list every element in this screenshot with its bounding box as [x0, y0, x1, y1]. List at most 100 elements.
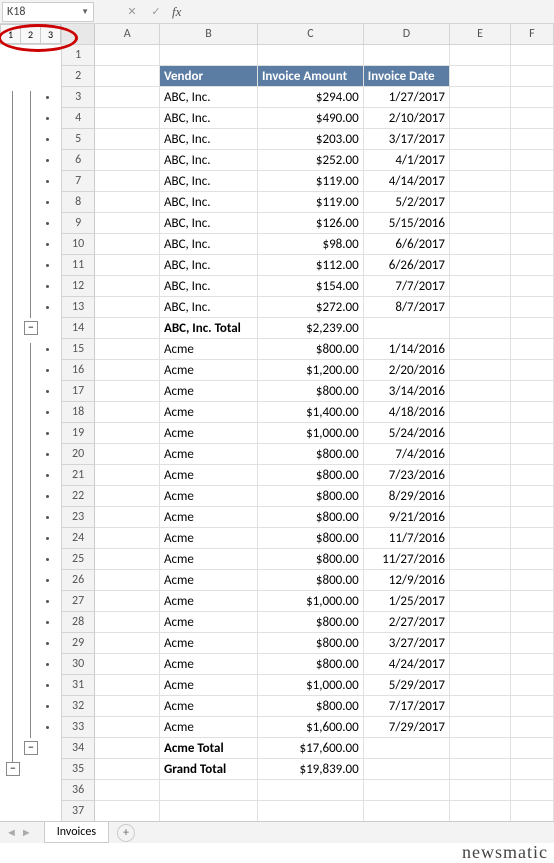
cell-B[interactable]: Acme: [160, 360, 258, 381]
cell-C[interactable]: $1,600.00: [258, 717, 364, 738]
row-header[interactable]: 16: [62, 360, 95, 381]
cell-D[interactable]: [364, 45, 450, 66]
cell-B[interactable]: Acme Total: [160, 738, 258, 759]
cell-D[interactable]: 7/17/2017: [364, 696, 450, 717]
cell-C[interactable]: $800.00: [258, 633, 364, 654]
cell-A[interactable]: [95, 801, 160, 822]
cell-B[interactable]: Acme: [160, 465, 258, 486]
cell-B[interactable]: Acme: [160, 549, 258, 570]
outline-collapse-button[interactable]: −: [6, 762, 20, 776]
cell-E[interactable]: [450, 633, 511, 654]
cell-D[interactable]: 5/29/2017: [364, 675, 450, 696]
cell-C[interactable]: $154.00: [258, 276, 364, 297]
row-header[interactable]: 1: [62, 45, 95, 66]
formula-input[interactable]: [181, 2, 554, 22]
cell-E[interactable]: [450, 738, 511, 759]
cell-E[interactable]: [450, 87, 511, 108]
cell-E[interactable]: [450, 234, 511, 255]
cell-A[interactable]: [95, 255, 160, 276]
row-header[interactable]: 36: [62, 780, 95, 801]
cell-C[interactable]: $1,000.00: [258, 423, 364, 444]
cell-D[interactable]: [364, 738, 450, 759]
cell-D[interactable]: 12/9/2016: [364, 570, 450, 591]
cell-B[interactable]: [160, 780, 258, 801]
cell-B[interactable]: Acme: [160, 633, 258, 654]
cell-C[interactable]: $800.00: [258, 696, 364, 717]
col-header-E[interactable]: E: [450, 24, 511, 44]
cell-D[interactable]: 7/29/2017: [364, 717, 450, 738]
cell-D[interactable]: 4/14/2017: [364, 171, 450, 192]
cell-C[interactable]: $800.00: [258, 339, 364, 360]
cell-C[interactable]: $1,200.00: [258, 360, 364, 381]
cell-F[interactable]: [511, 444, 554, 465]
cell-F[interactable]: [511, 87, 554, 108]
cell-A[interactable]: [95, 633, 160, 654]
cell-E[interactable]: [450, 276, 511, 297]
col-header-D[interactable]: D: [364, 24, 450, 44]
cell-B[interactable]: ABC, Inc.: [160, 297, 258, 318]
cell-A[interactable]: [95, 465, 160, 486]
cell-F[interactable]: [511, 486, 554, 507]
row-header[interactable]: 19: [62, 423, 95, 444]
cell-C[interactable]: $98.00: [258, 234, 364, 255]
row-header[interactable]: 3: [62, 87, 95, 108]
cell-E[interactable]: [450, 360, 511, 381]
row-header[interactable]: 10: [62, 234, 95, 255]
row-header[interactable]: 14: [62, 318, 95, 339]
cell-A[interactable]: [95, 423, 160, 444]
row-header[interactable]: 25: [62, 549, 95, 570]
cell-D[interactable]: 3/27/2017: [364, 633, 450, 654]
cell-A[interactable]: [95, 276, 160, 297]
cell-E[interactable]: [450, 108, 511, 129]
cell-E[interactable]: [450, 45, 511, 66]
cell-B[interactable]: Acme: [160, 696, 258, 717]
cell-E[interactable]: [450, 402, 511, 423]
select-all-corner[interactable]: [62, 24, 95, 44]
cell-B[interactable]: Acme: [160, 612, 258, 633]
row-header[interactable]: 20: [62, 444, 95, 465]
cell-E[interactable]: [450, 759, 511, 780]
cell-A[interactable]: [95, 129, 160, 150]
cell-F[interactable]: [511, 360, 554, 381]
cell-E[interactable]: [450, 192, 511, 213]
fx-icon[interactable]: fx: [172, 4, 181, 20]
cell-A[interactable]: [95, 318, 160, 339]
cell-D[interactable]: 9/21/2016: [364, 507, 450, 528]
cell-D[interactable]: 6/6/2017: [364, 234, 450, 255]
cell-D[interactable]: 3/17/2017: [364, 129, 450, 150]
cell-D[interactable]: 3/14/2016: [364, 381, 450, 402]
row-header[interactable]: 21: [62, 465, 95, 486]
outline-level-3[interactable]: 3: [41, 24, 61, 44]
cell-B[interactable]: ABC, Inc.: [160, 108, 258, 129]
cell-F[interactable]: [511, 339, 554, 360]
cell-C[interactable]: Invoice Amount: [258, 66, 364, 87]
cell-F[interactable]: [511, 738, 554, 759]
cell-D[interactable]: 11/27/2016: [364, 549, 450, 570]
cell-A[interactable]: [95, 381, 160, 402]
cell-F[interactable]: [511, 402, 554, 423]
cell-D[interactable]: 8/29/2016: [364, 486, 450, 507]
row-header[interactable]: 23: [62, 507, 95, 528]
cell-F[interactable]: [511, 276, 554, 297]
cell-F[interactable]: [511, 150, 554, 171]
cell-B[interactable]: ABC, Inc.: [160, 171, 258, 192]
tab-prev-icon[interactable]: ◄: [6, 826, 17, 839]
cell-C[interactable]: $800.00: [258, 612, 364, 633]
cell-D[interactable]: 7/7/2017: [364, 276, 450, 297]
col-header-C[interactable]: C: [258, 24, 364, 44]
cell-F[interactable]: [511, 780, 554, 801]
row-header[interactable]: 32: [62, 696, 95, 717]
cell-D[interactable]: [364, 780, 450, 801]
row-header[interactable]: 17: [62, 381, 95, 402]
cell-A[interactable]: [95, 234, 160, 255]
cell-C[interactable]: $800.00: [258, 528, 364, 549]
cell-B[interactable]: Acme: [160, 339, 258, 360]
cell-E[interactable]: [450, 150, 511, 171]
cell-D[interactable]: [364, 318, 450, 339]
cell-F[interactable]: [511, 570, 554, 591]
row-header[interactable]: 22: [62, 486, 95, 507]
cell-F[interactable]: [511, 297, 554, 318]
cell-F[interactable]: [511, 45, 554, 66]
cell-E[interactable]: [450, 570, 511, 591]
cell-D[interactable]: 7/23/2016: [364, 465, 450, 486]
